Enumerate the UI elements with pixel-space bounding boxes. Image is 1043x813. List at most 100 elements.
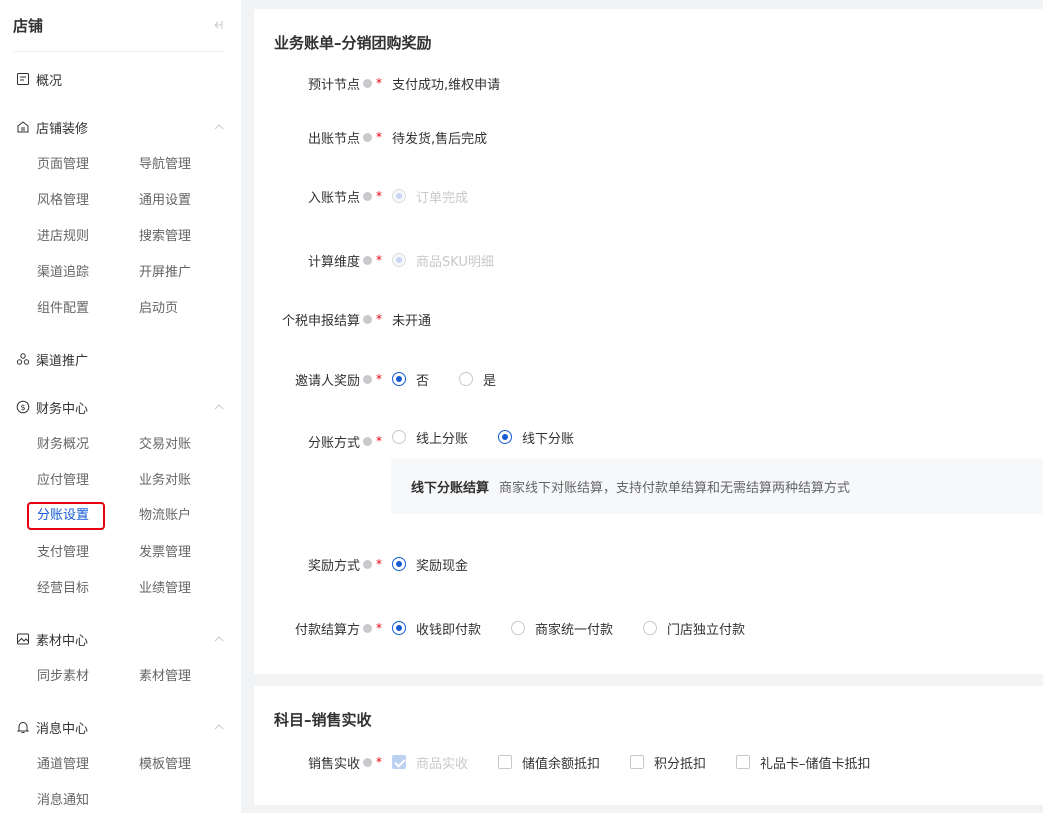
radio-no[interactable]: 否 [392,370,429,389]
field-value: 未开通 [392,313,432,329]
help-icon[interactable] [363,757,372,767]
radio-sku-detail: 商品SKU明细 [392,251,494,270]
required-star: * [376,189,382,203]
row-billing-node: 出账节点 * 待发货,售后完成 [254,125,487,149]
sidebar-item-message-notify[interactable]: 消息通知 [37,789,89,813]
sidebar-item-sync-material[interactable]: 同步素材 [37,665,89,689]
chevron-up-icon[interactable] [214,402,224,412]
sidebar-item-template-manage[interactable]: 模板管理 [139,753,191,777]
required-star: * [376,253,382,267]
sidebar-item-nav-manage[interactable]: 导航管理 [139,153,191,177]
row-entry-node: 入账节点 * 订单完成 [254,184,498,208]
checkbox-box [498,755,513,769]
sidebar-group-overview[interactable]: 概况 [16,67,224,91]
collapse-sidebar-icon[interactable] [211,19,223,31]
radio-circle [511,621,526,635]
sidebar-item-split-settings[interactable]: 分账设置 [37,504,89,528]
sidebar-item-business-reconcile[interactable]: 业务对账 [139,469,191,493]
radio-circle [392,557,406,571]
radio-yes[interactable]: 是 [459,370,496,389]
sidebar-group-label: 素材中心 [36,633,89,649]
required-star: * [376,372,382,386]
sidebar-item-payables[interactable]: 应付管理 [37,469,89,493]
sidebar-item-performance-manage[interactable]: 业绩管理 [139,577,191,601]
required-star: * [376,130,382,144]
checkbox-box [392,755,406,769]
help-icon[interactable] [363,559,372,569]
sidebar-item-payment-manage[interactable]: 支付管理 [37,541,89,565]
radio-cash-reward[interactable]: 奖励现金 [392,555,468,574]
required-star: * [376,621,382,635]
sidebar-header: 店铺 [13,0,225,52]
note-title: 线下分账结算 [411,481,490,496]
split-method-note: 线下分账结算 商家线下对账结算，支持付款单结算和无需结算两种结算方式 [391,459,1043,514]
sidebar-item-general-settings[interactable]: 通用设置 [139,189,191,213]
help-icon[interactable] [363,78,372,88]
help-icon[interactable] [363,436,372,446]
section-title: 业务账单–分销团购奖励 [274,34,432,52]
sidebar-item-style-manage[interactable]: 风格管理 [37,189,89,213]
row-calc-dimension: 计算维度 * 商品SKU明细 [254,248,524,272]
checkbox-points-deduct[interactable]: 积分抵扣 [630,753,706,772]
chevron-up-icon[interactable] [214,122,224,132]
sidebar-item-business-goals[interactable]: 经营目标 [37,577,89,601]
chevron-up-icon[interactable] [214,722,224,732]
sidebar-item-channel-tracking[interactable]: 渠道追踪 [37,261,89,285]
field-label: 付款结算方 * [294,621,382,638]
radio-offline-split[interactable]: 线下分账 [498,428,574,447]
sidebar-group-channel[interactable]: 渠道推广 [16,347,224,371]
checkbox-box [630,755,645,769]
overview-icon [17,73,29,85]
radio-circle [392,621,406,635]
sidebar-group-label: 店铺装修 [36,121,89,137]
radio-pay-on-receipt[interactable]: 收钱即付款 [392,619,481,638]
sidebar-item-launch-page[interactable]: 启动页 [139,297,178,321]
field-label: 出账节点 * [307,130,382,147]
sidebar-item-search-manage[interactable]: 搜索管理 [139,225,191,249]
checkbox-goods-revenue: 商品实收 [392,753,468,772]
field-label: 分账方式 * [307,434,382,451]
required-star: * [376,434,382,448]
row-payment-settlement: 付款结算方 * 收钱即付款 商家统一付款 门店独立付款 [254,616,775,640]
field-value: 待发货,售后完成 [392,131,488,147]
sidebar-group-material[interactable]: 素材中心 [16,627,224,651]
sidebar-item-channel-manage[interactable]: 通道管理 [37,753,89,777]
chevron-up-icon[interactable] [214,634,224,644]
required-star: * [376,76,382,90]
sidebar-item-component-config[interactable]: 组件配置 [37,297,89,321]
sidebar: 店铺 概况 店铺装修 页面管理 导航管理 风格管理 通用设置 进店规则 搜索管理… [0,0,241,813]
sidebar-item-material-manage[interactable]: 素材管理 [139,665,191,689]
sidebar-item-logistics-account[interactable]: 物流账户 [139,504,191,528]
help-icon[interactable] [363,374,372,384]
radio-merchant-unified[interactable]: 商家统一付款 [511,619,613,638]
help-icon[interactable] [363,314,372,324]
sidebar-item-splash-promo[interactable]: 开屏推广 [139,261,191,285]
section-title: 科目–销售实收 [274,711,372,729]
sidebar-group-label: 消息中心 [36,721,89,737]
checkbox-box [736,755,751,769]
required-star: * [376,312,382,326]
row-sales-revenue: 销售实收 * 商品实收 储值余额抵扣 积分抵扣 礼品卡–储值卡抵扣 [254,750,901,774]
sidebar-item-entry-rules[interactable]: 进店规则 [37,225,89,249]
help-icon[interactable] [363,191,372,201]
help-icon[interactable] [363,623,372,633]
help-icon[interactable] [363,132,372,142]
note-description: 商家线下对账结算，支持付款单结算和无需结算两种结算方式 [499,481,851,496]
sidebar-item-finance-overview[interactable]: 财务概况 [37,433,89,457]
sidebar-item-invoice-manage[interactable]: 发票管理 [139,541,191,565]
required-star: * [376,557,382,571]
help-icon[interactable] [363,255,372,265]
sidebar-group-message[interactable]: 消息中心 [16,715,224,739]
radio-online-split[interactable]: 线上分账 [392,428,468,447]
sidebar-group-decoration[interactable]: 店铺装修 [16,115,224,139]
sidebar-item-trade-reconcile[interactable]: 交易对账 [139,433,191,457]
row-inviter-reward: 邀请人奖励 * 否 是 [254,367,526,391]
checkbox-balance-deduct[interactable]: 储值余额抵扣 [498,753,600,772]
sidebar-item-page-manage[interactable]: 页面管理 [37,153,89,177]
channel-icon [16,353,30,365]
field-label: 预计节点 * [307,76,382,93]
sidebar-group-finance[interactable]: $ 财务中心 [16,395,224,419]
checkbox-giftcard-deduct[interactable]: 礼品卡–储值卡抵扣 [736,753,871,772]
radio-store-independent[interactable]: 门店独立付款 [643,619,745,638]
field-label: 奖励方式 * [307,557,382,574]
